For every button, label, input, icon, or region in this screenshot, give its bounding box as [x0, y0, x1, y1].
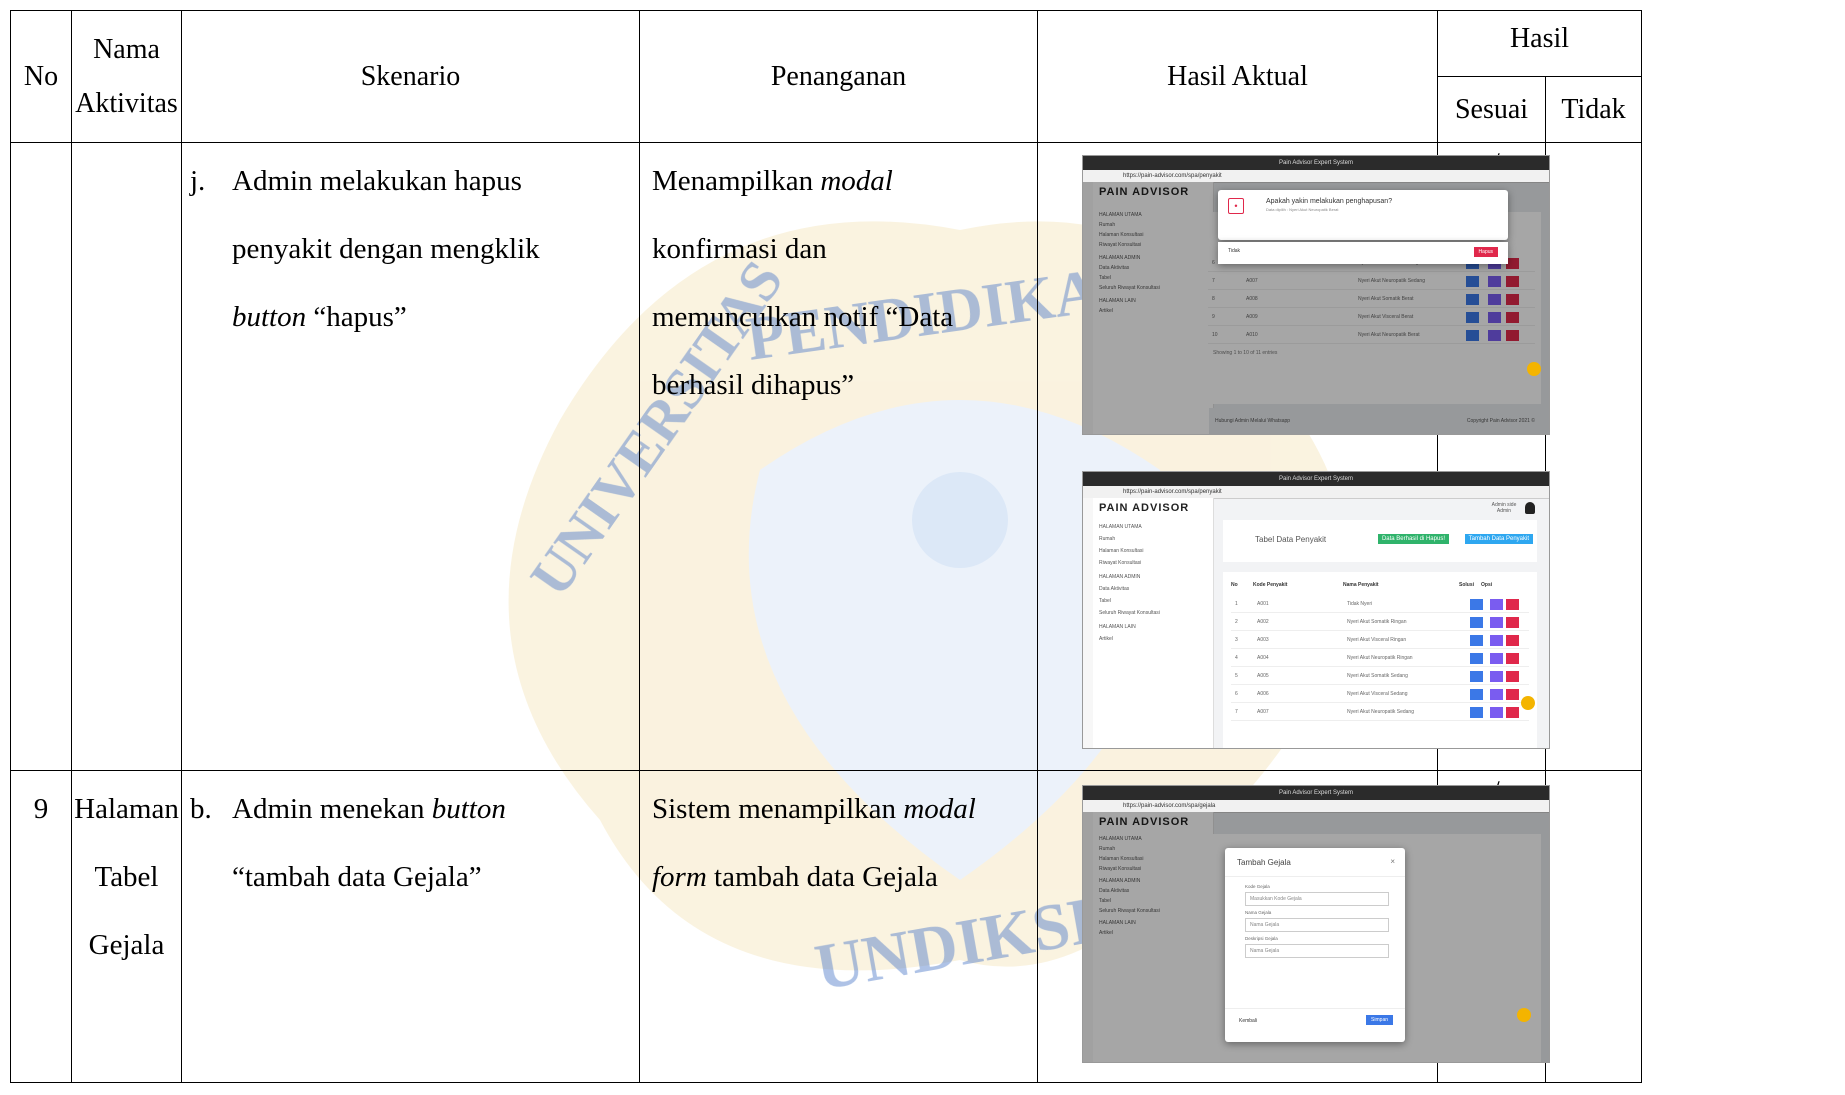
handling-line: konfirmasi dan — [652, 233, 827, 265]
trash-icon: • — [1228, 198, 1244, 214]
add-symptom-modal: Tambah Gejala × Kode Gejala Masukkan Kod… — [1225, 848, 1405, 1042]
field-label: Deskripsi Gejala — [1245, 936, 1278, 941]
browser-sidebar — [1083, 498, 1093, 748]
delete-button[interactable]: Hapus — [1473, 247, 1498, 257]
row-penanganan: Sistem menampilkan modal form tambah dat… — [639, 770, 1038, 1083]
row-aktivitas: Halaman Tabel Gejala — [71, 770, 182, 1083]
confirm-modal-footer: Tidak Hapus — [1218, 242, 1508, 264]
column-header: Solusi — [1459, 582, 1475, 588]
header-penanganan: Penanganan — [639, 10, 1038, 143]
handling-line: berhasil dihapus” — [652, 369, 855, 401]
sidebar-item: Data Aktivitas — [1099, 586, 1130, 592]
header-nama: Nama — [93, 33, 160, 65]
header-nama-aktivitas: Nama Aktivitas — [71, 10, 182, 143]
scenario-line: “hapus” — [306, 301, 407, 333]
sidebar-item: Rumah — [1099, 536, 1116, 542]
screenshot-add-symptom-modal: Pain Advisor Expert System https://pain-… — [1082, 785, 1550, 1063]
table-row: 6A006Nyeri Akut Visceral Sedang — [1231, 687, 1529, 703]
scenario-line: Admin menekan — [232, 793, 432, 825]
sidebar-item: Riwayat Konsultasi — [1099, 560, 1142, 566]
admin-label: Admin side Admin — [1491, 502, 1517, 514]
scenario-line: Admin melakukan hapus — [232, 165, 522, 197]
title-card: Tabel Data Penyakit Data Berhasil di Hap… — [1223, 520, 1537, 562]
header-no: No — [10, 10, 72, 143]
header-hasil: Hasil — [1437, 10, 1642, 77]
header-skenario: Skenario — [181, 10, 640, 143]
table-row: 2 A002 Nyeri Akut Somatik Ringan — [1231, 615, 1529, 631]
handling-em: form — [652, 861, 707, 893]
sidebar-item: Seluruh Riwayat Konsultasi — [1099, 610, 1160, 616]
table-title: Tabel Data Penyakit — [1255, 535, 1327, 544]
sidebar-item: Artikel — [1099, 636, 1113, 642]
handling-line: memunculkan notif “Data — [652, 301, 954, 333]
scenario-line: penyakit dengan mengklik — [232, 233, 540, 265]
app-logo: PAIN ADVISOR — [1099, 502, 1190, 514]
cancel-button[interactable]: Tidak — [1228, 248, 1240, 254]
header-sesuai: Sesuai — [1437, 76, 1546, 143]
row-tidak — [1545, 142, 1642, 771]
window-title: Pain Advisor Expert System — [1083, 786, 1549, 800]
avatar[interactable] — [1525, 502, 1535, 514]
header-aktivitas: Aktivitas — [75, 87, 178, 119]
gear-icon[interactable] — [1517, 1008, 1531, 1022]
window-title: Pain Advisor Expert System — [1083, 472, 1549, 486]
scenario-line: “tambah data Gejala” — [232, 861, 482, 893]
confirm-modal: • Apakah yakin melakukan penghapusan? Da… — [1218, 190, 1508, 240]
sidebar-item: Tabel — [1099, 598, 1111, 604]
screenshot-after-delete: Pain Advisor Expert System https://pain-… — [1082, 471, 1550, 749]
scenario-em: button — [232, 301, 307, 333]
activity-line: Tabel — [94, 861, 159, 893]
row-aktivitas — [71, 142, 182, 771]
modal-title: Tambah Gejala — [1237, 858, 1291, 867]
symptom-code-input[interactable]: Masukkan Kode Gejala — [1245, 892, 1389, 906]
row-tidak — [1545, 770, 1642, 1083]
confirm-title: Apakah yakin melakukan penghapusan? — [1266, 198, 1393, 205]
handling-em: modal — [903, 793, 976, 825]
symptom-description-input[interactable]: Nama Gejala — [1245, 944, 1389, 958]
symptom-name-input[interactable]: Nama Gejala — [1245, 918, 1389, 932]
back-button[interactable]: Kembali — [1239, 1018, 1257, 1024]
window-title: Pain Advisor Expert System — [1083, 156, 1549, 170]
save-button[interactable]: Simpan — [1366, 1015, 1393, 1025]
close-icon[interactable]: × — [1390, 857, 1395, 866]
handling-em: modal — [820, 165, 893, 197]
success-notification: Data Berhasil di Hapus! — [1377, 534, 1449, 544]
gear-icon[interactable] — [1527, 362, 1541, 376]
screenshot-delete-confirm: Pain Advisor Expert System https://pain-… — [1082, 155, 1550, 435]
header-hasil-aktual: Hasil Aktual — [1037, 10, 1438, 143]
table-row: 3 A003 Nyeri Akut Visceral Ringan — [1231, 633, 1529, 649]
scenario-em: button — [431, 793, 506, 825]
handling-line: Sistem menampilkan — [652, 793, 904, 825]
add-disease-button[interactable]: Tambah Data Penyakit — [1464, 534, 1533, 544]
sidebar-item: Halaman Konsultasi — [1099, 548, 1144, 554]
sidebar-heading: HALAMAN ADMIN — [1099, 574, 1141, 580]
row-skenario: b. Admin menekan button “tambah data Gej… — [181, 770, 640, 1083]
table-row: 1 A001 Tidak Nyeri — [1231, 597, 1529, 613]
activity-line: Gejala — [88, 929, 165, 961]
scenario-letter: b. — [190, 793, 212, 825]
table-row: 7 A007 Nyeri Akut Neuropatik Sedang — [1231, 705, 1529, 721]
column-header: Nama Penyakit — [1343, 582, 1379, 588]
handling-line: tambah data Gejala — [706, 861, 938, 893]
sidebar-heading: HALAMAN UTAMA — [1099, 524, 1142, 530]
gear-icon[interactable] — [1521, 696, 1535, 710]
row-no — [10, 142, 72, 771]
sidebar-heading: HALAMAN LAIN — [1099, 624, 1136, 630]
field-label: Kode Gejala — [1245, 884, 1270, 889]
column-header: Kode Penyakit — [1253, 582, 1288, 588]
row-skenario: j. Admin melakukan hapus penyakit dengan… — [181, 142, 640, 771]
activity-line: Halaman — [74, 793, 179, 825]
column-header: Opsi — [1481, 582, 1493, 588]
field-label: Nama Gejala — [1245, 910, 1272, 915]
table-row: 4 A004 Nyeri Akut Neuropatik Ringan — [1231, 651, 1529, 667]
scenario-letter: j. — [190, 165, 206, 197]
table-row: 5 A005 Nyeri Akut Somatik Sedang — [1231, 669, 1529, 685]
row-no: 9 — [10, 770, 72, 1083]
header-tidak: Tidak — [1545, 76, 1642, 143]
row-penanganan: Menampilkan modal konfirmasi dan memuncu… — [639, 142, 1038, 771]
handling-line: Menampilkan — [652, 165, 821, 197]
confirm-subtitle: Data dipilih : Nyeri Akut Neuropatik Ber… — [1266, 207, 1339, 212]
column-header: No — [1231, 582, 1238, 588]
